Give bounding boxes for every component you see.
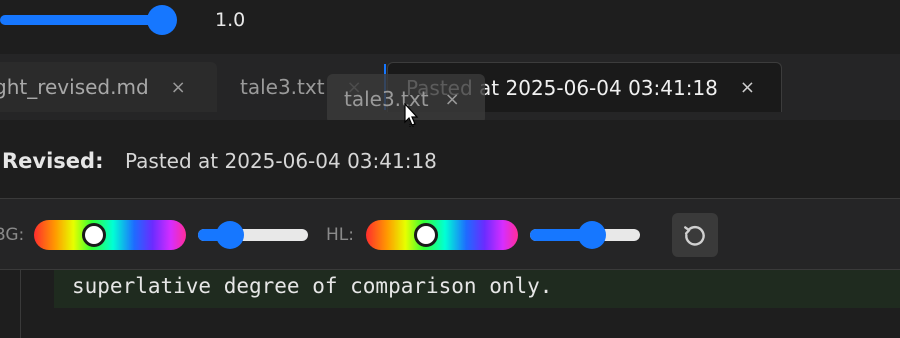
revised-source: Pasted at 2025-06-04 03:41:18 <box>125 149 437 173</box>
revised-label: Revised: <box>2 149 104 173</box>
reset-colors-button[interactable] <box>672 213 718 257</box>
editor-pane[interactable]: superlative degree of comparison only. <box>0 270 900 338</box>
hl-opacity-slider[interactable] <box>530 221 640 249</box>
code-line-text: superlative degree of comparison only. <box>72 274 553 298</box>
zoom-slider-thumb[interactable] <box>147 5 177 35</box>
hl-label: HL: <box>326 225 354 245</box>
hl-hue-slider[interactable] <box>366 220 518 250</box>
bg-label: BG: <box>0 225 25 245</box>
bg-opacity-thumb[interactable] <box>216 221 244 249</box>
revised-header: Revised: Pasted at 2025-06-04 03:41:18 <box>0 120 900 199</box>
gutter-divider <box>20 270 21 338</box>
close-icon[interactable]: × <box>171 77 186 98</box>
cursor-icon <box>404 103 419 128</box>
bg-hue-slider[interactable] <box>34 220 186 250</box>
hl-opacity-thumb[interactable] <box>578 221 606 249</box>
bg-opacity-slider[interactable] <box>198 221 308 249</box>
tab-label: ght_revised.md <box>0 75 149 99</box>
close-icon[interactable]: × <box>740 77 755 98</box>
close-icon: × <box>444 88 460 110</box>
tab-ght-revised[interactable]: ght_revised.md × <box>0 62 217 112</box>
hl-hue-thumb[interactable] <box>414 223 438 247</box>
tab-label: tale3.txt <box>240 75 325 99</box>
zoom-slider-bar: 1.0 <box>0 0 900 55</box>
highlight-controls: BG: HL: <box>0 199 900 270</box>
reset-icon <box>684 225 705 246</box>
zoom-value: 1.0 <box>215 9 246 31</box>
zoom-slider-track[interactable] <box>0 15 162 25</box>
bg-hue-thumb[interactable] <box>82 223 106 247</box>
